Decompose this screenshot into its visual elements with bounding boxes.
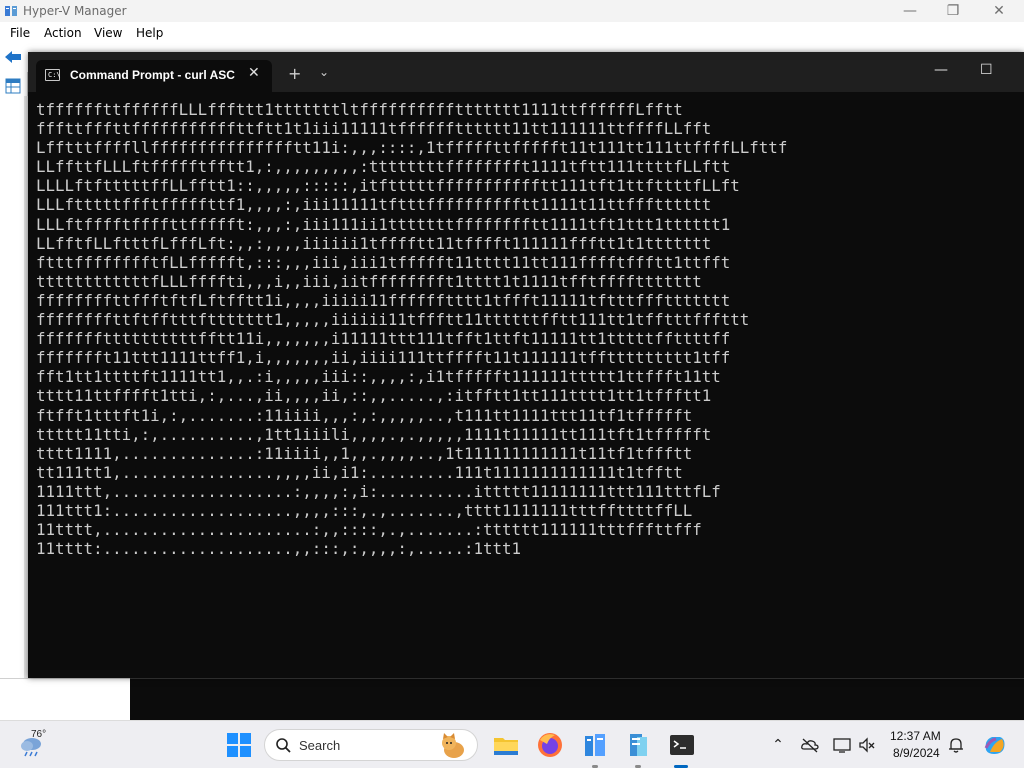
copilot-icon[interactable]	[980, 730, 1010, 760]
terminal-output-line: tttt11ttfffft1tti,:,...,ii,,,,ii,::,,...…	[36, 386, 712, 406]
hyperv-window-title: Hyper-V Manager	[23, 4, 127, 18]
terminal-minimize-button[interactable]: —	[934, 62, 948, 78]
terminal-output-line: ftfft1tttft1i,:,.......:11iiii,,,:,:,,,,…	[36, 405, 693, 425]
cmd-icon-text: C:\	[48, 71, 61, 79]
terminal-output-line: fft1tt1ttttft1111tt1,,.:i,,,,,iii::,,,,:…	[36, 367, 721, 387]
terminal-output-line: LLffttfLLLftffffftfftt1,:,,,,,,,,,:ttttt…	[36, 157, 731, 177]
notification-bell-icon[interactable]	[946, 735, 966, 755]
terminal-output-line: tttt1111,..............:11iiii,,1,,.,,,,…	[36, 443, 693, 463]
hyperv-minimize-button[interactable]: —	[895, 1, 925, 21]
search-highlight-cat-icon	[442, 733, 464, 758]
display-settings-icon[interactable]	[832, 735, 852, 755]
search-placeholder: Search	[299, 738, 341, 753]
menu-help[interactable]: Help	[136, 26, 163, 40]
terminal-output-line: 11tttt:....................,,:::,:,,,,:,…	[36, 539, 522, 559]
hyperv-restore-button[interactable]: ❐	[938, 1, 968, 21]
terminal-output-line: ttttt11tti,:,..........,1tt1iiili,,,,.,.…	[36, 424, 712, 444]
terminal-tab-title: Command Prompt - curl ASC	[70, 68, 235, 82]
terminal-output-line: LLfftfLLftttfLfffLft:,,:,,,,iiiiii1tffff…	[36, 233, 712, 253]
terminal-tab[interactable]: C:\ Command Prompt - curl ASC ✕	[36, 60, 272, 92]
server-manager-icon[interactable]	[623, 730, 653, 760]
terminal-output-line: ftttfffffffftfLLffffft,:::,,,iii,iii1tff…	[36, 252, 731, 272]
terminal-output-line: tt111tt1,................,,,,ii,i1:.....…	[36, 462, 683, 482]
terminal-output-line: fffffffttttttttttfftt11i,,,,,,,i11111ttt…	[36, 329, 731, 349]
onedrive-cloud-icon[interactable]	[800, 735, 820, 755]
terminal-maximize-button[interactable]: ☐	[980, 62, 993, 78]
terminal-output-line: tffffffttffffffLLLfffttt1tttttttltffffff…	[36, 100, 683, 119]
terminal-taskbar-icon[interactable]	[667, 730, 697, 760]
hyperv-taskbar-icon[interactable]	[580, 730, 610, 760]
terminal-output-line: ffffffffttftfftttfttttttt1,,,,,iiiiii11t…	[36, 310, 750, 330]
terminal-output-line: 1111ttt,...................:,,,,:,i:....…	[36, 481, 721, 501]
taskbar: 76° Search ⌃ 12:37 AM 8/9/2024	[0, 720, 1024, 768]
command-prompt-window: C:\ Command Prompt - curl ASC ✕ + ⌄ — ☐ …	[28, 52, 1024, 678]
terminal-output-line: fffttfffttfffffffffffttftt1t1iii11111tff…	[36, 119, 712, 139]
hyperv-close-button[interactable]: ✕	[984, 1, 1014, 21]
tab-dropdown-button[interactable]: ⌄	[319, 65, 329, 79]
hyperv-titlebar: Hyper-V Manager — ❐ ✕	[0, 0, 1024, 22]
clock-date[interactable]: 8/9/2024	[893, 746, 940, 760]
clock-time[interactable]: 12:37 AM	[890, 729, 941, 743]
file-explorer-icon[interactable]	[491, 730, 521, 760]
new-tab-button[interactable]: +	[288, 64, 301, 83]
terminal-output-line: Lfftttffffllffffffffffffffftt11i:,,,::::…	[36, 138, 788, 158]
terminal-output-line: ttttttttttttfLLLffffti,,,i,,iii,iitfffff…	[36, 271, 702, 291]
terminal-output-line: LLLftttttffftfffffttf1,,,,:,iii11111tftt…	[36, 195, 712, 215]
console-tree-icon[interactable]	[5, 78, 21, 94]
cmd-icon: C:\	[45, 69, 61, 81]
weather-temperature[interactable]: 76°	[31, 729, 46, 740]
terminal-output-line: ffffffft11ttt1111ttff1,i,,,,,,,ii,iiii11…	[36, 348, 731, 368]
tray-overflow-chevron-icon[interactable]: ⌃	[768, 735, 788, 755]
hyperv-app-icon	[5, 6, 17, 16]
terminal-output-line: ffffffffttffftftfLftfftt1i,,,,iiiii11fff…	[36, 290, 731, 310]
terminal-output-line: LLLftfffftffffttffffft:,,,:,iii111ii1ttt…	[36, 214, 731, 234]
firefox-icon[interactable]	[535, 730, 565, 760]
terminal-output[interactable]: tffffffttffffffLLLfffttt1tttttttltffffff…	[28, 92, 1024, 678]
back-arrow-icon[interactable]	[4, 50, 22, 64]
terminal-output-line: 11tttt,......................:,,::::,.,.…	[36, 520, 702, 540]
background-terminal-area	[130, 678, 1024, 720]
tab-close-icon[interactable]: ✕	[248, 65, 260, 81]
menu-action[interactable]: Action	[44, 26, 82, 40]
taskbar-search-box[interactable]: Search	[264, 729, 478, 761]
volume-muted-icon[interactable]	[857, 735, 877, 755]
hyperv-bottom-area	[0, 678, 130, 720]
hyperv-menubar: File Action View Help	[0, 22, 1024, 44]
terminal-output-line: 111ttt1:...................,,,,:::,.,...…	[36, 500, 693, 520]
terminal-titlebar: C:\ Command Prompt - curl ASC ✕ + ⌄ — ☐	[28, 52, 1024, 92]
search-icon	[276, 738, 291, 753]
windows-start-icon[interactable]	[224, 730, 254, 760]
menu-view[interactable]: View	[94, 26, 122, 40]
menu-file[interactable]: File	[10, 26, 30, 40]
terminal-output-line: LLLLftftttttffLLfftt1::,,,,,:::::,itfttt…	[36, 176, 740, 196]
